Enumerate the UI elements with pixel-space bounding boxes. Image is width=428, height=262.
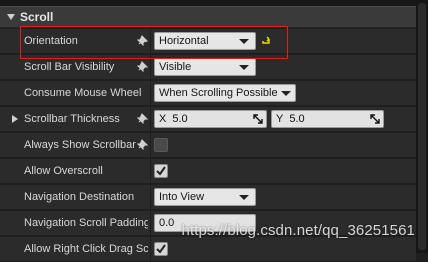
dropdown-value: Horizontal: [159, 35, 209, 47]
navigation-destination-dropdown[interactable]: Into View: [154, 188, 256, 206]
checkmark-icon: [156, 166, 166, 176]
column-divider: [150, 107, 151, 132]
property-label: Navigation Scroll Padding: [24, 217, 148, 229]
property-label: Allow Overscroll: [24, 165, 103, 177]
watermark-text: https://blog.csdn.net/qq_36251561: [181, 222, 415, 239]
pin-icon[interactable]: [137, 113, 148, 124]
resize-grip-icon[interactable]: [253, 114, 263, 124]
section-title: Scroll: [20, 10, 54, 24]
chevron-down-icon[interactable]: [7, 14, 15, 20]
property-row-allow-right-click-drag-scrolling: Allow Right Click Drag Scrolling: [0, 237, 416, 262]
property-row-navigation-destination: Navigation Destination Into View: [0, 185, 416, 210]
chevron-down-icon: [239, 195, 249, 200]
column-divider: [150, 81, 151, 106]
property-label: Always Show Scrollbar: [24, 139, 136, 151]
column-divider: [150, 55, 151, 80]
property-row-always-show-scrollbar: Always Show Scrollbar: [0, 133, 416, 158]
thickness-x-field[interactable]: X 5.0: [154, 110, 267, 128]
property-row-scrollbar-thickness: Scrollbar Thickness X 5.0 Y 5.0: [0, 107, 416, 132]
consume-mouse-wheel-dropdown[interactable]: When Scrolling Possible: [154, 84, 296, 102]
orientation-dropdown[interactable]: Horizontal: [154, 32, 256, 50]
property-label: Scrollbar Thickness: [24, 113, 120, 125]
chevron-down-icon: [239, 39, 249, 44]
property-row-scroll-bar-visibility: Scroll Bar Visibility Visible: [0, 55, 416, 80]
property-label: Consume Mouse Wheel: [24, 87, 142, 99]
property-row-orientation: Orientation Horizontal: [0, 29, 416, 54]
pin-icon[interactable]: [137, 35, 148, 46]
property-label: Scroll Bar Visibility: [24, 61, 115, 73]
chevron-down-icon: [239, 65, 249, 70]
dropdown-value: Visible: [159, 61, 192, 73]
thickness-y-field[interactable]: Y 5.0: [271, 110, 384, 128]
field-value: 0.0: [159, 217, 175, 229]
axis-label: Y: [276, 113, 284, 125]
field-value: 5.0: [289, 113, 305, 125]
pin-icon[interactable]: [137, 61, 148, 72]
column-divider: [150, 159, 151, 184]
column-divider: [150, 185, 151, 210]
axis-label: X: [159, 113, 167, 125]
dropdown-value: When Scrolling Possible: [159, 87, 278, 99]
field-value: 5.0: [172, 113, 188, 125]
always-show-scrollbar-checkbox[interactable]: [154, 138, 168, 152]
property-label: Allow Right Click Drag Scrolling: [24, 243, 148, 255]
allow-overscroll-checkbox[interactable]: [154, 164, 168, 178]
property-label: Orientation: [24, 35, 78, 47]
chevron-down-icon: [281, 91, 291, 96]
property-row-allow-overscroll: Allow Overscroll: [0, 159, 416, 184]
column-divider: [150, 29, 151, 54]
dropdown-value: Into View: [159, 191, 205, 203]
property-row-consume-mouse-wheel: Consume Mouse Wheel When Scrolling Possi…: [0, 81, 416, 106]
column-divider: [150, 211, 151, 236]
pin-icon[interactable]: [137, 139, 148, 150]
panel-scrollbar[interactable]: [416, 0, 428, 253]
chevron-right-icon[interactable]: [12, 115, 18, 123]
section-header-scroll[interactable]: Scroll: [0, 6, 416, 28]
allow-right-click-drag-scrolling-checkbox[interactable]: [154, 242, 168, 256]
scroll-bar-visibility-dropdown[interactable]: Visible: [154, 58, 256, 76]
scrollbar-thumb[interactable]: [418, 3, 426, 250]
resize-grip-icon[interactable]: [370, 114, 380, 124]
property-label: Navigation Destination: [24, 191, 135, 203]
column-divider: [150, 237, 151, 262]
column-divider: [150, 133, 151, 158]
reset-to-default-icon[interactable]: [261, 36, 271, 46]
